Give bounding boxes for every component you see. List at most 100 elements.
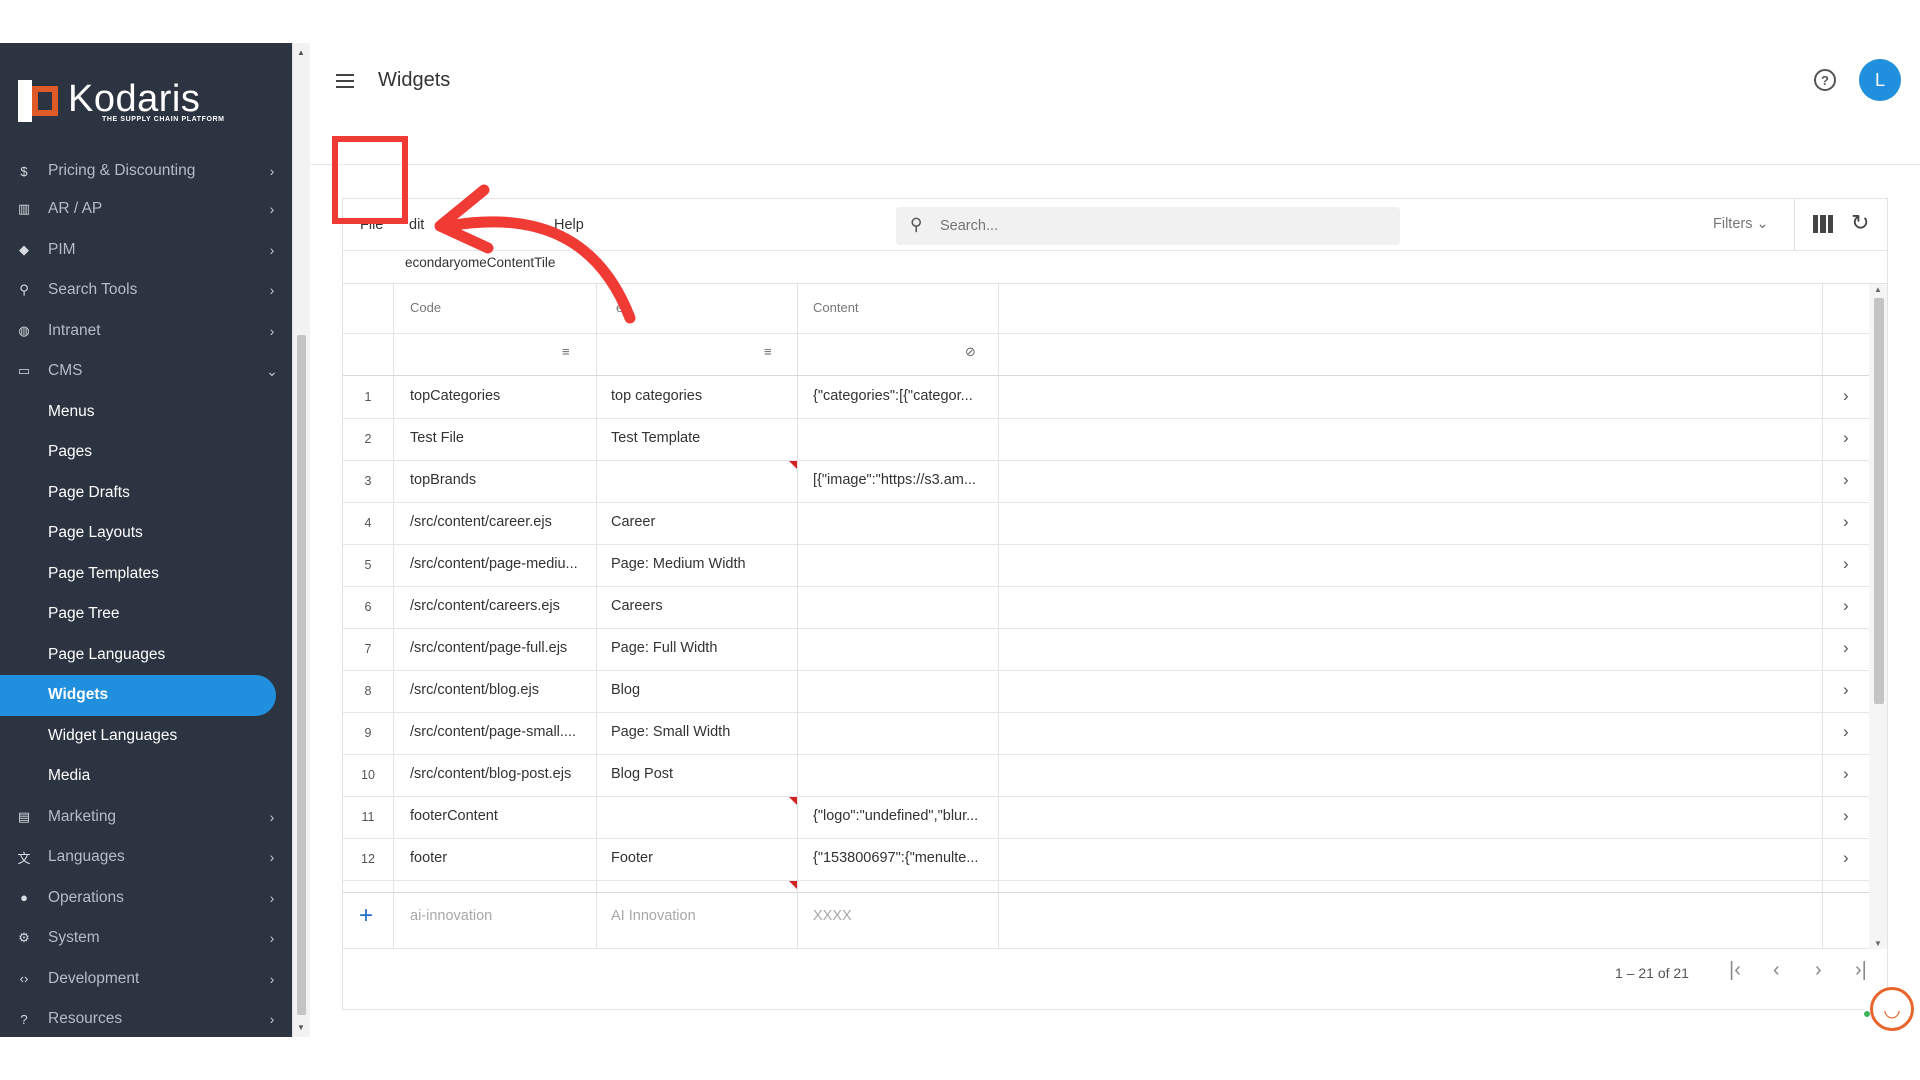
refresh-icon[interactable]: ↻ xyxy=(1851,210,1869,236)
cell-code[interactable]: footerContent xyxy=(410,808,498,824)
scroll-up-icon[interactable]: ▲ xyxy=(1874,285,1882,294)
cell-name[interactable]: Page: Small Width xyxy=(611,724,730,740)
sidebar-item-resources[interactable]: ? Resources › xyxy=(0,999,292,1037)
chevron-right-icon[interactable]: › xyxy=(1843,806,1849,826)
sidebar-sub-widget-languages[interactable]: Widget Languages xyxy=(0,716,292,757)
sidebar-sub-media[interactable]: Media xyxy=(0,756,292,797)
window-icon: ▭ xyxy=(17,363,31,379)
scroll-down-icon[interactable]: ▼ xyxy=(297,1023,305,1032)
sidebar-sub-page-languages[interactable]: Page Languages xyxy=(0,635,292,676)
sidebar-sub-pages[interactable]: Pages xyxy=(0,432,292,473)
sidebar-item-label: Resources xyxy=(48,1010,123,1028)
chevron-right-icon[interactable]: › xyxy=(1843,596,1849,616)
sidebar-sub-menus[interactable]: Menus xyxy=(0,392,292,433)
cell-name[interactable]: Page: Full Width xyxy=(611,640,717,656)
sidebar-sub-widgets[interactable]: Widgets xyxy=(0,675,276,716)
sidebar-scrollbar[interactable]: ▲ ▼ xyxy=(292,43,310,1037)
help-icon[interactable]: ? xyxy=(1814,69,1836,91)
cell-name[interactable]: Blog xyxy=(611,682,640,698)
cell-name[interactable]: Footer xyxy=(611,850,653,866)
new-row-name-placeholder[interactable]: AI Innovation xyxy=(611,908,696,924)
chevron-right-icon[interactable]: › xyxy=(1843,638,1849,658)
add-row-icon[interactable]: + xyxy=(359,902,373,930)
sidebar-item-intranet[interactable]: ◍ Intranet › xyxy=(0,311,292,352)
columns-icon[interactable] xyxy=(1813,215,1833,233)
row-number: 4 xyxy=(364,516,372,530)
chat-icon[interactable]: ◡ xyxy=(1870,987,1914,1031)
grid-scrollbar[interactable]: ▲ ▼ xyxy=(1869,284,1887,949)
sidebar-sub-page-tree[interactable]: Page Tree xyxy=(0,594,292,635)
cell-name[interactable]: Page: Medium Width xyxy=(611,556,746,572)
cell-content[interactable]: [{"image":"https://s3.am... xyxy=(813,472,976,488)
cell-code[interactable]: Test File xyxy=(410,430,464,446)
row-divider xyxy=(343,375,1869,376)
cell-code[interactable]: /src/content/career.ejs xyxy=(410,514,552,530)
grid-scroll-thumb[interactable] xyxy=(1874,298,1884,704)
search-input[interactable] xyxy=(940,207,1380,245)
sidebar-item-pim[interactable]: ◆ PIM › xyxy=(0,230,292,271)
kodaris-logo[interactable]: Kodaris THE SUPPLY CHAIN PLATFORM xyxy=(18,77,225,125)
sidebar-item-search-tools[interactable]: ⚲ Search Tools › xyxy=(0,270,292,311)
sidebar-item-operations[interactable]: ● Operations › xyxy=(0,878,292,919)
help-menu[interactable]: Help xyxy=(554,217,584,233)
new-row-content-placeholder[interactable]: XXXX xyxy=(813,908,852,924)
sidebar-sub-page-layouts[interactable]: Page Layouts xyxy=(0,513,292,554)
chevron-right-icon[interactable]: › xyxy=(1843,470,1849,490)
cell-content[interactable]: {"logo":"undefined","blur... xyxy=(813,808,978,824)
sidebar-item-ar-ap[interactable]: ▥ AR / AP › xyxy=(0,189,292,230)
filters-dropdown[interactable]: Filters ⌄ xyxy=(1713,216,1769,232)
cell-code[interactable]: /src/content/blog-post.ejs xyxy=(410,766,571,782)
column-header-content[interactable]: Content xyxy=(813,300,859,315)
row-divider xyxy=(343,460,1869,461)
sidebar-item-languages[interactable]: 文 Languages › xyxy=(0,837,292,878)
next-page-icon[interactable]: › xyxy=(1815,959,1822,982)
sidebar-item-pricing[interactable]: $ Pricing & Discounting › xyxy=(0,153,292,189)
chevron-right-icon[interactable]: › xyxy=(1843,680,1849,700)
cell-content[interactable]: {"153800697":{"menulte... xyxy=(813,850,978,866)
cell-name[interactable]: top categories xyxy=(611,388,702,404)
first-page-icon[interactable]: |‹ xyxy=(1729,959,1741,982)
filter-icon[interactable]: ≡ xyxy=(764,344,772,359)
cell-name[interactable]: Blog Post xyxy=(611,766,673,782)
edit-menu[interactable]: dit xyxy=(409,217,424,233)
filter-off-icon[interactable]: ⊘ xyxy=(965,344,976,360)
sidebar-item-marketing[interactable]: ▤ Marketing › xyxy=(0,797,292,838)
column-header-code[interactable]: Code xyxy=(410,300,441,315)
cell-name[interactable]: Careers xyxy=(611,598,663,614)
cell-content[interactable]: {"categories":[{"categor... xyxy=(813,388,973,404)
sidebar-item-label: Development xyxy=(48,969,140,987)
chevron-right-icon[interactable]: › xyxy=(1843,764,1849,784)
scroll-up-icon[interactable]: ▲ xyxy=(297,48,305,57)
cell-code[interactable]: /src/content/blog.ejs xyxy=(410,682,539,698)
cell-name[interactable]: Test Template xyxy=(611,430,700,446)
new-row-code-placeholder[interactable]: ai-innovation xyxy=(410,908,492,924)
cell-code[interactable]: /src/content/page-mediu... xyxy=(410,556,578,572)
filter-icon[interactable]: ≡ xyxy=(562,344,570,359)
chevron-right-icon[interactable]: › xyxy=(1843,512,1849,532)
cell-code[interactable]: /src/content/careers.ejs xyxy=(410,598,560,614)
cell-code[interactable]: /src/content/page-full.ejs xyxy=(410,640,567,656)
last-page-icon[interactable]: ›| xyxy=(1855,959,1867,982)
chevron-right-icon[interactable]: › xyxy=(1843,722,1849,742)
chevron-right-icon[interactable]: › xyxy=(1843,848,1849,868)
chevron-right-icon[interactable]: › xyxy=(1843,554,1849,574)
sidebar-sub-page-drafts[interactable]: Page Drafts xyxy=(0,473,292,514)
cell-code[interactable]: topCategories xyxy=(410,388,500,404)
cell-code[interactable]: topBrands xyxy=(410,472,476,488)
avatar[interactable]: L xyxy=(1859,59,1901,101)
sidebar-scroll-thumb[interactable] xyxy=(297,335,306,1015)
column-header-name[interactable]: e xyxy=(616,300,623,315)
sidebar-item-development[interactable]: ‹› Development › xyxy=(0,959,292,1000)
sidebar-item-cms[interactable]: ▭ CMS ⌄ xyxy=(0,351,292,392)
cell-code[interactable]: footer xyxy=(410,850,447,866)
cell-code[interactable]: /src/content/page-small.... xyxy=(410,724,576,740)
chevron-right-icon[interactable]: › xyxy=(1843,386,1849,406)
cell-name[interactable]: Career xyxy=(611,514,655,530)
scroll-down-icon[interactable]: ▼ xyxy=(1874,939,1882,948)
sidebar-item-system[interactable]: ⚙ System › xyxy=(0,918,292,959)
search-box[interactable]: ⚲ xyxy=(896,207,1400,245)
hamburger-menu-icon[interactable] xyxy=(336,69,364,93)
prev-page-icon[interactable]: ‹ xyxy=(1773,959,1780,982)
sidebar-sub-page-templates[interactable]: Page Templates xyxy=(0,554,292,595)
chevron-right-icon[interactable]: › xyxy=(1843,428,1849,448)
